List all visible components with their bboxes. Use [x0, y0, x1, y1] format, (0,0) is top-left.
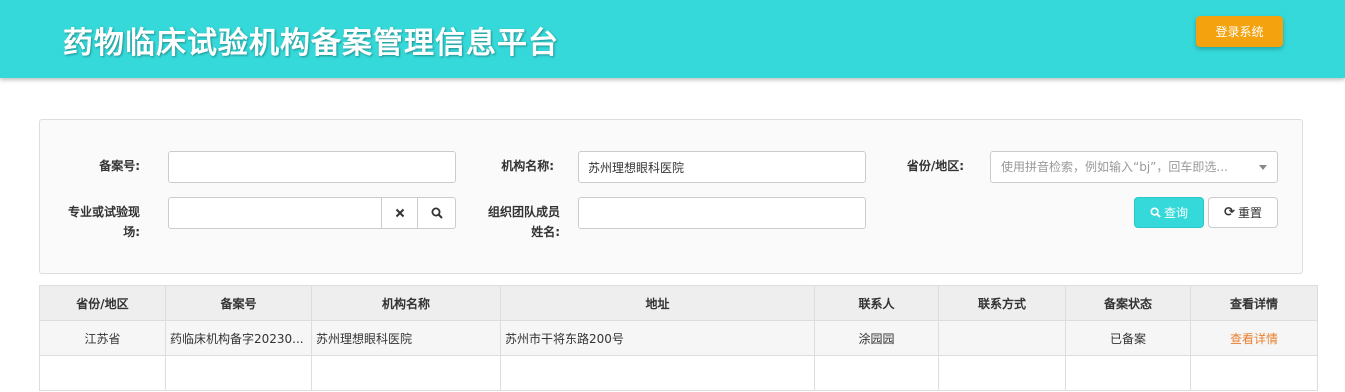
record-no-input[interactable] [168, 151, 456, 183]
reset-label: 重置 [1237, 206, 1262, 220]
search-icon [1150, 207, 1161, 218]
query-button[interactable]: 查询 [1134, 197, 1204, 228]
record-no-label: 备案号: [99, 159, 140, 173]
reset-button[interactable]: ⟳ 重置 [1208, 197, 1278, 228]
col-header-province: 省份/地区 [39, 285, 166, 321]
team-input[interactable] [578, 197, 866, 229]
col-header-address: 地址 [500, 285, 815, 321]
results-table: 省份/地区 备案号 机构名称 地址 联系人 联系方式 备案状态 查看详情 江苏省… [39, 285, 1318, 391]
org-name-input[interactable] [578, 151, 866, 183]
cell-org-name: 苏州理想眼科医院 [311, 320, 501, 356]
empty-cell [165, 355, 312, 391]
org-name-label: 机构名称: [501, 159, 554, 173]
cell-status: 已备案 [1065, 320, 1191, 356]
cell-phone [938, 320, 1066, 356]
col-header-record-no: 备案号 [165, 285, 312, 321]
empty-cell [1190, 355, 1318, 391]
page-title: 药物临床试验机构备案管理信息平台 [63, 26, 559, 61]
col-header-phone: 联系方式 [938, 285, 1066, 321]
view-detail-link[interactable]: 查看详情 [1190, 320, 1318, 356]
clear-button[interactable] [381, 197, 418, 229]
col-header-status: 备案状态 [1065, 285, 1191, 321]
table-row-empty [39, 355, 1318, 391]
province-select[interactable]: 使用拼音检索，例如输入“bj”，回车即选... [990, 151, 1278, 183]
cell-province: 江苏省 [39, 320, 166, 356]
table-row[interactable]: 江苏省 药临床机构备字20230... 苏州理想眼科医院 苏州市干将东路200号… [39, 320, 1318, 356]
col-header-contact: 联系人 [814, 285, 939, 321]
table-header-row: 省份/地区 备案号 机构名称 地址 联系人 联系方式 备案状态 查看详情 [39, 285, 1318, 321]
chevron-down-icon [1259, 165, 1267, 170]
province-placeholder: 使用拼音检索，例如输入“bj”，回车即选... [1001, 160, 1228, 174]
col-header-detail: 查看详情 [1190, 285, 1318, 321]
major-label: 专业或试验现场: [67, 205, 140, 239]
major-input[interactable] [168, 197, 382, 229]
cell-address: 苏州市干将东路200号 [500, 320, 815, 356]
refresh-icon: ⟳ [1224, 205, 1235, 220]
search-button[interactable] [417, 197, 456, 229]
search-icon [431, 207, 443, 219]
empty-cell [311, 355, 501, 391]
header-bar: 药物临床试验机构备案管理信息平台 登录系统 [0, 0, 1345, 78]
cell-record-no: 药临床机构备字20230... [165, 320, 312, 356]
team-label: 组织团队成员姓名: [487, 205, 560, 239]
cell-contact: 涂园园 [814, 320, 939, 356]
empty-cell [39, 355, 166, 391]
query-label: 查询 [1163, 206, 1188, 220]
empty-cell [500, 355, 815, 391]
login-button[interactable]: 登录系统 [1196, 16, 1283, 47]
search-panel: 备案号: 机构名称: 省份/地区: 使用拼音检索，例如输入“bj”，回车即选..… [39, 119, 1303, 274]
empty-cell [938, 355, 1066, 391]
empty-cell [1065, 355, 1191, 391]
col-header-org-name: 机构名称 [311, 285, 501, 321]
close-icon [395, 208, 404, 218]
province-label: 省份/地区: [906, 159, 964, 173]
empty-cell [814, 355, 939, 391]
